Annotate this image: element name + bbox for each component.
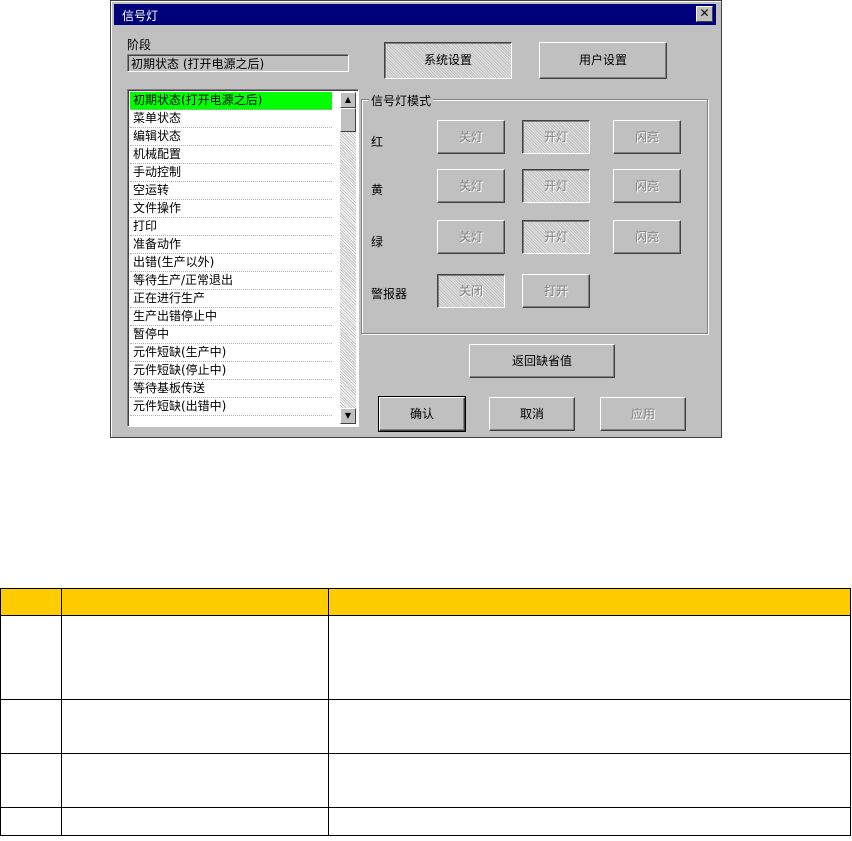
alarm-on-button[interactable]: 打开	[522, 274, 590, 308]
list-scrollbar[interactable]: ▲ ▼	[340, 92, 356, 424]
red-label: 红	[371, 135, 384, 149]
state-list-item[interactable]: 初期状态(打开电源之后)	[130, 92, 332, 110]
description-table	[0, 588, 851, 836]
table-cell	[0, 699, 62, 754]
table-row	[0, 699, 851, 754]
yellow-blink-button[interactable]: 闪亮	[613, 169, 681, 203]
table-header-cell	[61, 588, 329, 616]
green-off-button[interactable]: 关灯	[437, 220, 505, 254]
arrow-up-icon: ▲	[344, 95, 352, 104]
table-header-row	[0, 588, 851, 616]
table-row	[0, 753, 851, 808]
state-list-item[interactable]: 元件短缺(生产中)	[130, 344, 332, 362]
scroll-thumb[interactable]	[340, 108, 356, 132]
state-list-item[interactable]: 出错(生产以外)	[130, 254, 332, 272]
close-icon: ✕	[699, 6, 710, 20]
scroll-down-button[interactable]: ▼	[340, 408, 356, 424]
apply-button[interactable]: 应用	[600, 397, 686, 431]
table-cell	[0, 615, 62, 700]
state-list-item[interactable]: 手动控制	[130, 164, 332, 182]
table-cell	[61, 699, 329, 754]
state-list-item[interactable]: 编辑状态	[130, 128, 332, 146]
table-cell	[328, 807, 851, 836]
system-settings-button[interactable]: 系统设置	[384, 42, 512, 79]
state-list-item[interactable]: 空运转	[130, 182, 332, 200]
state-list-item[interactable]: 元件短缺(出错中)	[130, 398, 332, 416]
state-list-items: 初期状态(打开电源之后) 菜单状态 编辑状态 机械配置 手动控制 空运转 文件操作 打印 准备动…	[130, 92, 332, 416]
table-cell	[328, 615, 851, 700]
yellow-on-button[interactable]: 开灯	[522, 169, 590, 203]
table-cell	[0, 807, 62, 836]
green-label: 绿	[371, 235, 384, 249]
table-cell	[328, 753, 851, 808]
alarm-off-button[interactable]: 关闭	[437, 274, 505, 308]
yellow-label: 黄	[371, 183, 384, 197]
table-row	[0, 615, 851, 700]
table-row	[0, 807, 851, 836]
stage-field: 初期状态 (打开电源之后)	[127, 54, 349, 72]
table-header-cell	[328, 588, 851, 616]
red-blink-button[interactable]: 闪亮	[613, 120, 681, 154]
ok-button[interactable]: 确认	[378, 396, 466, 432]
state-list-item[interactable]: 机械配置	[130, 146, 332, 164]
state-list-item[interactable]: 生产出错停止中	[130, 308, 332, 326]
arrow-down-icon: ▼	[344, 411, 352, 420]
user-settings-button[interactable]: 用户设置	[539, 42, 667, 79]
state-list-item[interactable]: 正在进行生产	[130, 290, 332, 308]
scroll-up-button[interactable]: ▲	[340, 92, 356, 108]
title-bar[interactable]: 信号灯 ✕	[114, 4, 716, 25]
red-off-button[interactable]: 关灯	[437, 120, 505, 154]
stage-label: 阶段	[127, 38, 152, 52]
window-title: 信号灯	[122, 9, 159, 23]
signal-mode-group: 信号灯模式 红 关灯 开灯 闪亮 黄 关灯 开灯 闪亮 绿 关灯 开灯 闪亮 警…	[361, 92, 708, 334]
table-cell	[61, 753, 329, 808]
state-list-item[interactable]: 菜单状态	[130, 110, 332, 128]
restore-default-button[interactable]: 返回缺省值	[469, 344, 615, 378]
state-list-item[interactable]: 等待基板传送	[130, 380, 332, 398]
green-blink-button[interactable]: 闪亮	[613, 220, 681, 254]
state-list-item[interactable]: 暂停中	[130, 326, 332, 344]
state-list[interactable]: 初期状态(打开电源之后) 菜单状态 编辑状态 机械配置 手动控制 空运转 文件操作 打印 准备动…	[127, 89, 359, 427]
table-cell	[0, 753, 62, 808]
table-header-cell	[0, 588, 62, 616]
yellow-off-button[interactable]: 关灯	[437, 169, 505, 203]
table-cell	[61, 807, 329, 836]
state-list-item[interactable]: 准备动作	[130, 236, 332, 254]
table-cell	[61, 615, 329, 700]
table-cell	[328, 699, 851, 754]
signal-mode-title: 信号灯模式	[369, 92, 434, 109]
state-list-item[interactable]: 元件短缺(停止中)	[130, 362, 332, 380]
alarm-label: 警报器	[371, 287, 408, 301]
state-list-item[interactable]: 等待生产/正常退出	[130, 272, 332, 290]
cancel-button[interactable]: 取消	[489, 397, 575, 431]
state-list-item[interactable]: 打印	[130, 218, 332, 236]
green-on-button[interactable]: 开灯	[522, 220, 590, 254]
red-on-button[interactable]: 开灯	[522, 120, 590, 154]
signal-light-dialog: 信号灯 ✕ 阶段 初期状态 (打开电源之后) 系统设置 用户设置 初期状态(打开…	[110, 0, 722, 438]
close-button[interactable]: ✕	[696, 6, 713, 22]
state-list-item[interactable]: 文件操作	[130, 200, 332, 218]
